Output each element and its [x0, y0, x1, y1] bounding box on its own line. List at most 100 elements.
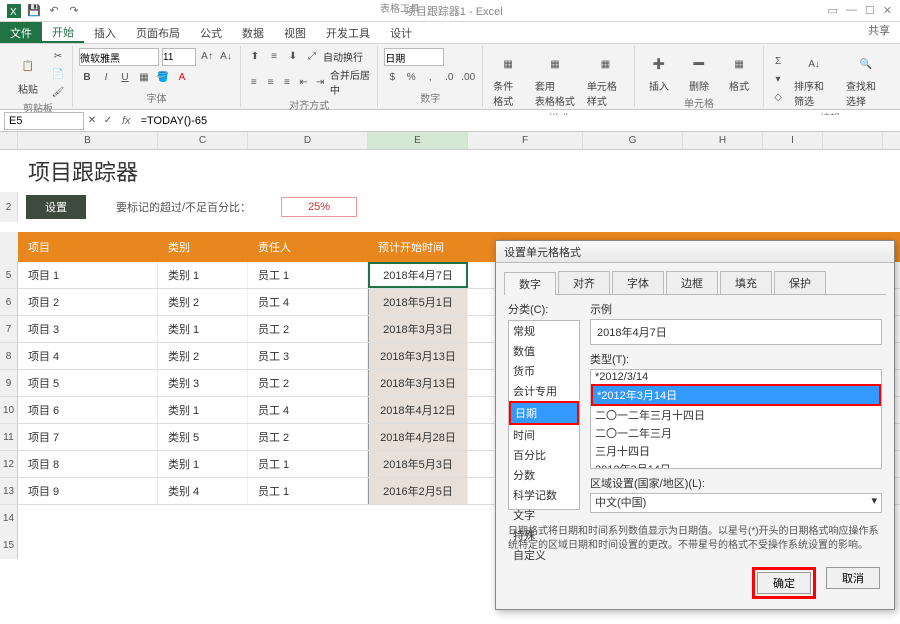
cell-project[interactable]: 项目 3	[18, 316, 158, 342]
align-bot-icon[interactable]: ⬇	[285, 48, 301, 64]
table-format-button[interactable]: ▦套用 表格格式	[531, 48, 579, 110]
tab-insert[interactable]: 插入	[84, 22, 126, 43]
cell-category[interactable]: 类别 4	[158, 478, 248, 504]
row-header[interactable]: 8	[0, 343, 18, 369]
row-header[interactable]: 5	[0, 262, 18, 288]
cell-date[interactable]: 2018年4月28日	[368, 424, 468, 450]
underline-button[interactable]: U	[117, 69, 133, 85]
wrap-text-button[interactable]: 自动换行	[323, 49, 363, 64]
shrink-font-icon[interactable]: A↓	[218, 48, 234, 64]
comma-icon[interactable]: ,	[422, 69, 438, 85]
cell-project[interactable]: 项目 2	[18, 289, 158, 315]
fx-icon[interactable]: fx	[116, 115, 137, 127]
tab-review[interactable]: 视图	[274, 22, 316, 43]
hdr-owner[interactable]: 责任人	[248, 232, 368, 262]
dlg-tab-font[interactable]: 字体	[612, 271, 664, 294]
tab-dev[interactable]: 开发工具	[316, 22, 380, 43]
cell-owner[interactable]: 员工 1	[248, 262, 368, 288]
font-size-select[interactable]	[162, 48, 196, 66]
dlg-tab-border[interactable]: 边框	[666, 271, 718, 294]
undo-icon[interactable]: ↶	[46, 3, 62, 19]
cell-owner[interactable]: 员工 1	[248, 478, 368, 504]
cell-owner[interactable]: 员工 1	[248, 451, 368, 477]
align-left-icon[interactable]: ≡	[247, 74, 261, 90]
delete-cells-button[interactable]: ➖删除	[681, 48, 717, 95]
cell-category[interactable]: 类别 1	[158, 262, 248, 288]
hdr-start[interactable]: 预计开始时间	[368, 232, 468, 262]
cell-owner[interactable]: 员工 2	[248, 316, 368, 342]
sort-filter-button[interactable]: A↓排序和筛选	[790, 48, 838, 110]
col-h[interactable]: H	[683, 132, 763, 149]
cell-category[interactable]: 类别 5	[158, 424, 248, 450]
cell-category[interactable]: 类别 1	[158, 451, 248, 477]
format-cells-button[interactable]: ▦格式	[721, 48, 757, 95]
indent-inc-icon[interactable]: ⇥	[313, 74, 327, 90]
align-center-icon[interactable]: ≡	[264, 74, 278, 90]
align-mid-icon[interactable]: ≡	[266, 48, 282, 64]
paste-button[interactable]: 📋 粘贴	[10, 51, 46, 98]
find-button[interactable]: 🔍查找和选择	[842, 48, 890, 110]
threshold-value[interactable]: 25%	[281, 197, 357, 217]
enter-formula-icon[interactable]: ✓	[100, 113, 116, 129]
row-header[interactable]: 12	[0, 451, 18, 477]
row-header[interactable]: 9	[0, 370, 18, 396]
align-right-icon[interactable]: ≡	[280, 74, 294, 90]
dlg-tab-protect[interactable]: 保护	[774, 271, 826, 294]
tab-data[interactable]: 数据	[232, 22, 274, 43]
cell-owner[interactable]: 员工 4	[248, 397, 368, 423]
orientation-icon[interactable]: ⤢	[304, 48, 320, 64]
type-selected[interactable]: *2012年3月14日	[591, 384, 881, 406]
ribbon-opts-icon[interactable]: ▭	[828, 4, 838, 17]
cell-date[interactable]: 2018年3月13日	[368, 343, 468, 369]
indent-dec-icon[interactable]: ⇤	[297, 74, 311, 90]
format-painter-icon[interactable]: 🖌	[50, 84, 66, 100]
close-icon[interactable]: ✕	[883, 4, 892, 17]
cell-category[interactable]: 类别 1	[158, 397, 248, 423]
align-top-icon[interactable]: ⬆	[247, 48, 263, 64]
col-b[interactable]: B	[18, 132, 158, 149]
cell-style-button[interactable]: ▦单元格样式	[583, 48, 628, 110]
row-header[interactable]: 7	[0, 316, 18, 342]
cell-date[interactable]: 2018年5月1日	[368, 289, 468, 315]
cell-owner[interactable]: 员工 2	[248, 370, 368, 396]
border-icon[interactable]: ▦	[136, 69, 152, 85]
bold-button[interactable]: B	[79, 69, 95, 85]
currency-icon[interactable]: $	[384, 69, 400, 85]
locale-select[interactable]: 中文(中国)▾	[590, 493, 882, 513]
percent-icon[interactable]: %	[403, 69, 419, 85]
formula-input[interactable]	[137, 115, 900, 127]
autosum-icon[interactable]: Σ	[770, 53, 786, 69]
type-list[interactable]: *2012/3/14 *2012年3月14日 二〇一二年三月十四日 二〇一二年三…	[590, 369, 882, 469]
cell-project[interactable]: 项目 5	[18, 370, 158, 396]
row-header[interactable]: 6	[0, 289, 18, 315]
cell-date[interactable]: 2018年5月3日	[368, 451, 468, 477]
grow-font-icon[interactable]: A↑	[199, 48, 215, 64]
copy-icon[interactable]: 📄	[50, 66, 66, 82]
tab-file[interactable]: 文件	[0, 22, 42, 43]
cancel-button[interactable]: 取消	[826, 567, 880, 589]
cell-project[interactable]: 项目 8	[18, 451, 158, 477]
tab-design[interactable]: 设计	[380, 22, 422, 43]
fill-color-icon[interactable]: 🪣	[155, 69, 171, 85]
cell-date[interactable]: 2018年3月3日	[368, 316, 468, 342]
cut-icon[interactable]: ✂	[50, 48, 66, 64]
hdr-category[interactable]: 类别	[158, 232, 248, 262]
dec-decimal-icon[interactable]: .00	[460, 69, 476, 85]
font-name-select[interactable]	[79, 48, 159, 66]
col-f[interactable]: F	[468, 132, 583, 149]
insert-cells-button[interactable]: ➕插入	[641, 48, 677, 95]
row-header[interactable]: 13	[0, 478, 18, 504]
cond-format-button[interactable]: ▦条件格式	[489, 48, 527, 110]
dlg-tab-align[interactable]: 对齐	[558, 271, 610, 294]
col-d[interactable]: D	[248, 132, 368, 149]
name-box[interactable]	[4, 112, 84, 130]
cell-category[interactable]: 类别 2	[158, 289, 248, 315]
redo-icon[interactable]: ↷	[66, 3, 82, 19]
cell-project[interactable]: 项目 7	[18, 424, 158, 450]
dlg-tab-fill[interactable]: 填充	[720, 271, 772, 294]
column-headers[interactable]: B C D E F G H I	[0, 132, 900, 150]
cell-project[interactable]: 项目 9	[18, 478, 158, 504]
merge-button[interactable]: 合并后居中	[330, 67, 371, 97]
hdr-project[interactable]: 项目	[18, 232, 158, 262]
inc-decimal-icon[interactable]: .0	[441, 69, 457, 85]
